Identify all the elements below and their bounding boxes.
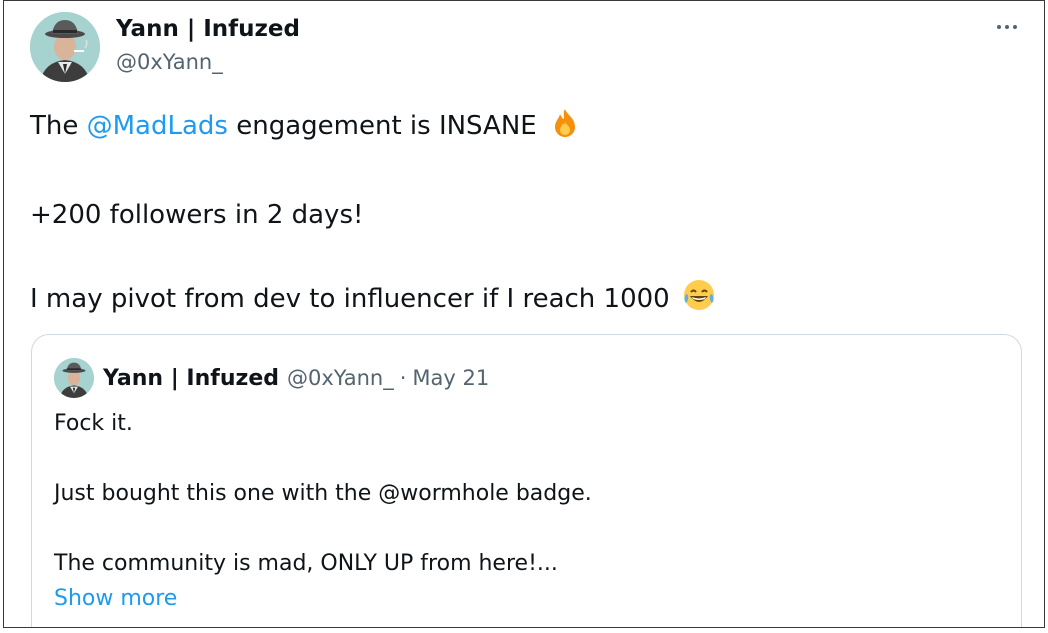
more-options-button[interactable] xyxy=(990,15,1024,39)
quoted-line-2: Just bought this one with the @wormhole … xyxy=(54,481,592,506)
quoted-line-3: The community is mad, ONLY UP from here!… xyxy=(54,551,558,576)
quoted-tweet-text: Fock it. Just bought this one with the @… xyxy=(54,406,592,616)
quoted-author-display-name[interactable]: Yann | Infuzed xyxy=(103,366,279,391)
quoted-author-avatar[interactable] xyxy=(54,358,94,398)
quoted-blank-line xyxy=(54,441,592,476)
more-horizontal-icon-dot-2 xyxy=(1005,25,1009,29)
quoted-separator: · xyxy=(399,366,407,390)
author-avatar[interactable] xyxy=(30,12,100,82)
author-display-name[interactable]: Yann | Infuzed xyxy=(116,14,300,44)
tweet-line-3: I may pivot from dev to influencer if I … xyxy=(30,278,716,325)
tweet-line-1-prefix: The xyxy=(30,111,87,141)
quoted-date[interactable]: May 21 xyxy=(412,366,489,390)
tears-of-joy-emoji-icon xyxy=(682,278,716,325)
tweet-line-1: The @MadLads engagement is INSANE xyxy=(30,105,716,152)
tweet-blank-line-2 xyxy=(30,236,716,278)
tweet-line-2: +200 followers in 2 days! xyxy=(30,200,364,230)
mention-madlads-link[interactable]: @MadLads xyxy=(87,111,228,141)
tweet-card: Yann | Infuzed @0xYann_ The @MadLads eng… xyxy=(3,0,1045,628)
quoted-tweet-header: Yann | Infuzed @0xYann_ · May 21 xyxy=(54,358,489,398)
quoted-author-handle[interactable]: @0xYann_ xyxy=(287,366,394,390)
tweet-header: Yann | Infuzed @0xYann_ xyxy=(30,12,300,82)
quoted-line-1: Fock it. xyxy=(54,411,133,436)
author-handle[interactable]: @0xYann_ xyxy=(116,48,300,76)
tweet-line-3-text: I may pivot from dev to influencer if I … xyxy=(30,284,670,314)
quoted-tweet[interactable]: Yann | Infuzed @0xYann_ · May 21 Fock it… xyxy=(31,334,1022,627)
quoted-blank-line-2 xyxy=(54,511,592,546)
tweet-line-1-suffix: engagement is INSANE xyxy=(227,111,537,141)
author-names: Yann | Infuzed @0xYann_ xyxy=(116,14,300,76)
fire-emoji-icon xyxy=(549,107,581,152)
more-horizontal-icon xyxy=(997,25,1001,29)
tweet-text: The @MadLads engagement is INSANE +200 f… xyxy=(30,105,716,325)
quoted-avatar-portrait-icon xyxy=(54,358,94,398)
avatar-portrait-icon xyxy=(30,12,100,82)
show-more-link[interactable]: Show more xyxy=(54,581,592,616)
more-horizontal-icon-dot-3 xyxy=(1013,25,1017,29)
